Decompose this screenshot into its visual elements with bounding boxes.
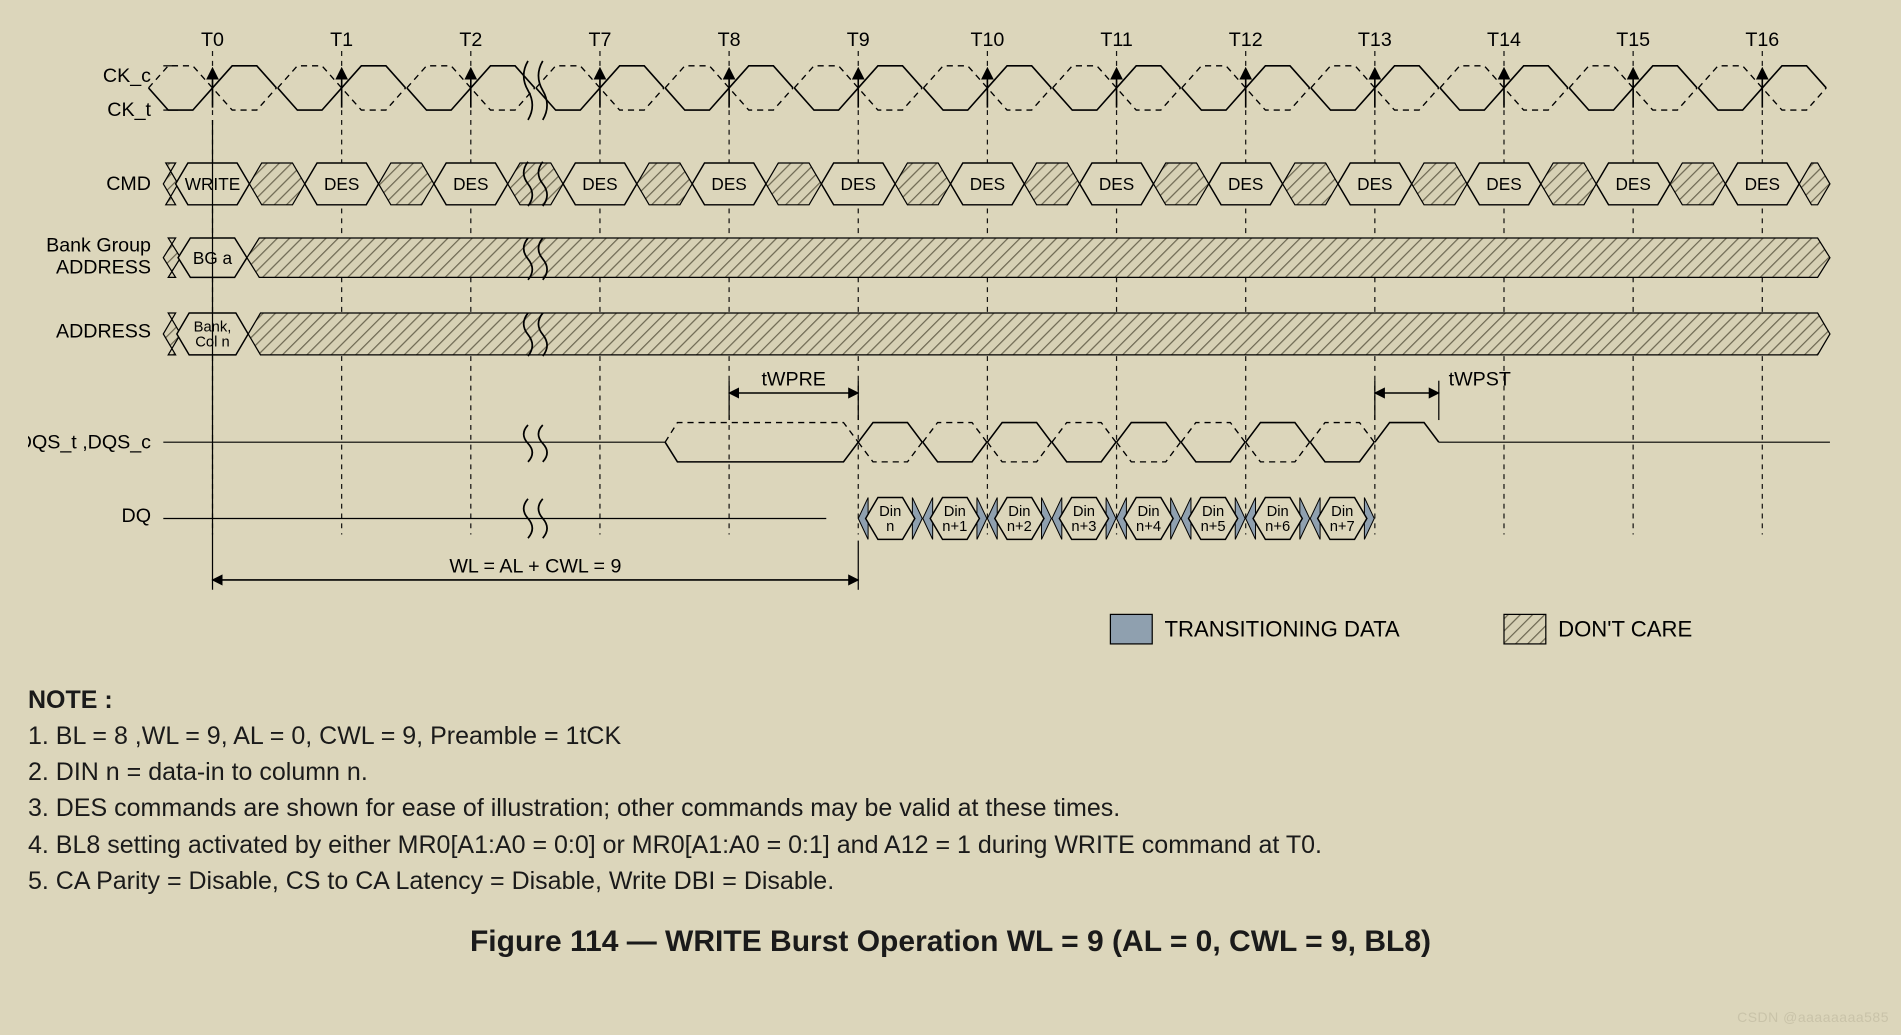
row-label-ckc: CK_c: [103, 65, 151, 87]
row-label-dq: DQ: [122, 505, 151, 527]
svg-text:T7: T7: [588, 29, 611, 51]
svg-text:Dinn+7: Dinn+7: [1330, 504, 1355, 535]
svg-text:DES: DES: [582, 174, 617, 194]
svg-text:WL = AL + CWL = 9: WL = AL + CWL = 9: [449, 556, 621, 578]
notes-block: NOTE : 1. BL = 8 ,WL = 9, AL = 0, CWL = …: [28, 682, 1873, 900]
note-line: 5. CA Parity = Disable, CS to CA Latency…: [28, 867, 834, 895]
svg-text:T15: T15: [1616, 29, 1650, 51]
row-label-addr: ADDRESS: [56, 321, 151, 343]
row-label-bg: Bank GroupADDRESS: [46, 235, 151, 279]
svg-text:Dinn+3: Dinn+3: [1071, 504, 1096, 535]
svg-text:DES: DES: [841, 174, 876, 194]
svg-text:TRANSITIONING DATA: TRANSITIONING DATA: [1165, 617, 1400, 642]
svg-text:tWPRE: tWPRE: [761, 369, 825, 391]
row-label-dqs: DQS_t ,DQS_c: [28, 431, 151, 453]
svg-text:T14: T14: [1487, 29, 1521, 51]
notes-header: NOTE: [28, 686, 97, 714]
note-line: 1. BL = 8 ,WL = 9, AL = 0, CWL = 9, Prea…: [28, 722, 621, 750]
svg-text:T10: T10: [970, 29, 1004, 51]
note-line: 2. DIN n = data-in to column n.: [28, 758, 368, 786]
svg-text:T0: T0: [201, 29, 224, 51]
svg-text:Dinn+4: Dinn+4: [1136, 504, 1161, 535]
svg-text:DES: DES: [1099, 174, 1134, 194]
svg-text:tWPST: tWPST: [1449, 369, 1511, 391]
watermark: CSDN @aaaaaaaa585: [1737, 1009, 1889, 1025]
svg-text:T9: T9: [847, 29, 870, 51]
note-line: 3. DES commands are shown for ease of il…: [28, 794, 1120, 822]
svg-text:T11: T11: [1100, 29, 1132, 51]
svg-text:Dinn+2: Dinn+2: [1007, 504, 1032, 535]
svg-text:Dinn+5: Dinn+5: [1201, 504, 1226, 535]
svg-text:DES: DES: [324, 174, 359, 194]
figure-title: Figure 114 — WRITE Burst Operation WL = …: [28, 925, 1873, 959]
note-line: 4. BL8 setting activated by either MR0[A…: [28, 831, 1322, 859]
svg-text:T16: T16: [1745, 29, 1779, 51]
svg-text:DES: DES: [453, 174, 488, 194]
svg-text:DES: DES: [1615, 174, 1650, 194]
svg-text:T1: T1: [330, 29, 353, 51]
svg-text:T12: T12: [1229, 29, 1263, 51]
svg-text:T8: T8: [718, 29, 741, 51]
svg-text:DES: DES: [1486, 174, 1521, 194]
row-label-ckt: CK_t: [107, 99, 151, 121]
timing-diagram: T0 T1 T2 T7 T8 T9 T10 T11 T12 T13 T14 T15 T16 CK_c C…: [28, 24, 1873, 664]
row-label-cmd: CMD: [106, 173, 151, 195]
svg-text:DON'T CARE: DON'T CARE: [1558, 617, 1692, 642]
svg-text:DES: DES: [711, 174, 746, 194]
svg-text:DES: DES: [1357, 174, 1392, 194]
svg-text:DES: DES: [970, 174, 1005, 194]
svg-text:T2: T2: [459, 29, 482, 51]
svg-text:Dinn+6: Dinn+6: [1265, 504, 1290, 535]
svg-text:T13: T13: [1358, 29, 1392, 51]
svg-text:DES: DES: [1745, 174, 1780, 194]
svg-text:Dinn+1: Dinn+1: [942, 504, 967, 535]
svg-text:DES: DES: [1228, 174, 1263, 194]
